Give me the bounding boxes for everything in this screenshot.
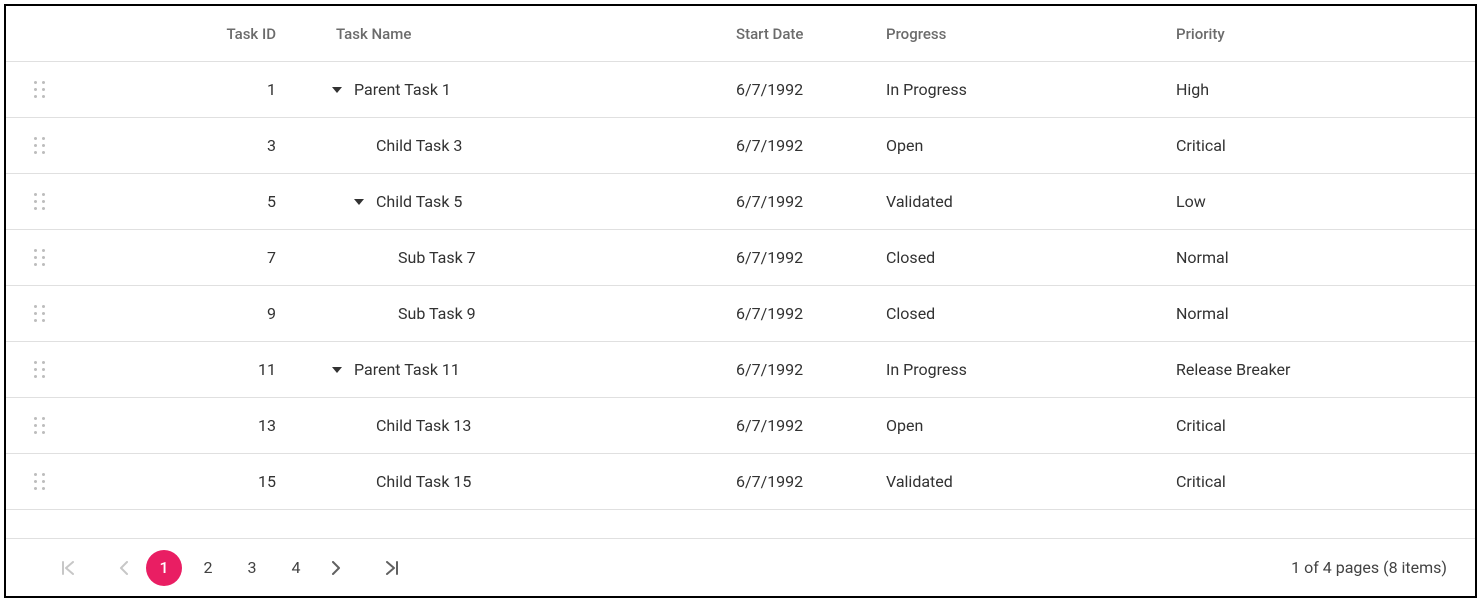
- pager-prev-button[interactable]: [106, 550, 142, 586]
- drag-handle-icon[interactable]: [6, 361, 66, 379]
- cell-task-name: Child Task 5: [296, 192, 736, 211]
- chevron-left-icon: [119, 561, 129, 575]
- cell-task-id: 1: [66, 80, 296, 99]
- last-page-icon: [385, 561, 399, 575]
- cell-progress: Validated: [886, 192, 1176, 211]
- cell-priority: High: [1176, 80, 1467, 99]
- task-name-text: Parent Task 11: [354, 360, 460, 379]
- chevron-down-icon[interactable]: [332, 87, 342, 93]
- pager-info: 1 of 4 pages (8 items): [1291, 558, 1447, 577]
- task-name-text: Sub Task 9: [398, 304, 476, 323]
- cell-task-name: Child Task 15: [296, 472, 736, 491]
- drag-handle-icon[interactable]: [6, 193, 66, 211]
- table-row[interactable]: 1 Parent Task 1 6/7/1992In ProgressHigh: [6, 62, 1475, 118]
- cell-task-id: 13: [66, 416, 296, 435]
- cell-priority: Critical: [1176, 416, 1467, 435]
- cell-task-name: Parent Task 11: [296, 360, 736, 379]
- cell-priority: Low: [1176, 192, 1467, 211]
- cell-start-date: 6/7/1992: [736, 472, 886, 491]
- pager-next-button[interactable]: [318, 550, 354, 586]
- cell-start-date: 6/7/1992: [736, 304, 886, 323]
- cell-start-date: 6/7/1992: [736, 416, 886, 435]
- task-name-text: Parent Task 1: [354, 80, 451, 99]
- cell-priority: Release Breaker: [1176, 360, 1467, 379]
- cell-start-date: 6/7/1992: [736, 192, 886, 211]
- cell-task-id: 5: [66, 192, 296, 211]
- cell-progress: Validated: [886, 472, 1176, 491]
- grid-body: 1Parent Task 16/7/1992In ProgressHigh3Ch…: [6, 62, 1475, 538]
- header-start-date[interactable]: Start Date: [736, 25, 886, 43]
- task-name-text: Child Task 13: [376, 416, 471, 435]
- pager-page-2[interactable]: 2: [190, 550, 226, 586]
- cell-task-id: 3: [66, 136, 296, 155]
- cell-task-id: 9: [66, 304, 296, 323]
- drag-handle-icon[interactable]: [6, 473, 66, 491]
- chevron-down-icon[interactable]: [332, 367, 342, 373]
- cell-start-date: 6/7/1992: [736, 80, 886, 99]
- cell-priority: Normal: [1176, 248, 1467, 267]
- cell-priority: Critical: [1176, 136, 1467, 155]
- cell-task-id: 7: [66, 248, 296, 267]
- pager-page-4[interactable]: 4: [278, 550, 314, 586]
- cell-task-id: 15: [66, 472, 296, 491]
- pager-page-1[interactable]: 1: [146, 550, 182, 586]
- cell-task-name: Child Task 3: [296, 136, 736, 155]
- chevron-right-icon: [331, 561, 341, 575]
- pager-first-button[interactable]: [50, 550, 86, 586]
- cell-start-date: 6/7/1992: [736, 136, 886, 155]
- table-row[interactable]: 11 Parent Task 11 6/7/1992In ProgressRelea…: [6, 342, 1475, 398]
- pager-last-button[interactable]: [374, 550, 410, 586]
- table-row[interactable]: 3 Child Task 3 6/7/1992OpenCritical: [6, 118, 1475, 174]
- drag-handle-icon[interactable]: [6, 137, 66, 155]
- cell-task-id: 11: [66, 360, 296, 379]
- cell-task-name: Parent Task 1: [296, 80, 736, 99]
- pager-page-3[interactable]: 3: [234, 550, 270, 586]
- header-task-id[interactable]: Task ID: [66, 25, 296, 43]
- drag-handle-icon[interactable]: [6, 81, 66, 99]
- header-row: Task ID Task Name Start Date Progress Pr…: [6, 6, 1475, 62]
- tree-grid: Task ID Task Name Start Date Progress Pr…: [4, 4, 1477, 598]
- cell-start-date: 6/7/1992: [736, 248, 886, 267]
- header-task-name[interactable]: Task Name: [296, 25, 736, 43]
- cell-priority: Critical: [1176, 472, 1467, 491]
- cell-task-name: Child Task 13: [296, 416, 736, 435]
- cell-progress: Open: [886, 136, 1176, 155]
- cell-progress: Closed: [886, 304, 1176, 323]
- cell-task-name: Sub Task 7: [296, 248, 736, 267]
- table-row[interactable]: 9 Sub Task 9 6/7/1992ClosedNormal: [6, 286, 1475, 342]
- cell-progress: In Progress: [886, 360, 1176, 379]
- drag-handle-icon[interactable]: [6, 305, 66, 323]
- cell-progress: In Progress: [886, 80, 1176, 99]
- task-name-text: Child Task 5: [376, 192, 462, 211]
- table-row[interactable]: 15 Child Task 15 6/7/1992ValidatedCritical: [6, 454, 1475, 510]
- chevron-down-icon[interactable]: [354, 199, 364, 205]
- cell-progress: Open: [886, 416, 1176, 435]
- table-row[interactable]: 13 Child Task 13 6/7/1992OpenCritical: [6, 398, 1475, 454]
- task-name-text: Child Task 15: [376, 472, 471, 491]
- cell-start-date: 6/7/1992: [736, 360, 886, 379]
- task-name-text: Child Task 3: [376, 136, 462, 155]
- cell-progress: Closed: [886, 248, 1176, 267]
- drag-handle-icon[interactable]: [6, 417, 66, 435]
- cell-task-name: Sub Task 9: [296, 304, 736, 323]
- pager: 1234 1 of 4 pages (8 items): [6, 538, 1475, 596]
- table-row[interactable]: 5 Child Task 5 6/7/1992ValidatedLow: [6, 174, 1475, 230]
- cell-priority: Normal: [1176, 304, 1467, 323]
- header-priority[interactable]: Priority: [1176, 25, 1467, 43]
- task-name-text: Sub Task 7: [398, 248, 476, 267]
- header-progress[interactable]: Progress: [886, 25, 1176, 43]
- table-row[interactable]: 7 Sub Task 7 6/7/1992ClosedNormal: [6, 230, 1475, 286]
- drag-handle-icon[interactable]: [6, 249, 66, 267]
- first-page-icon: [61, 561, 75, 575]
